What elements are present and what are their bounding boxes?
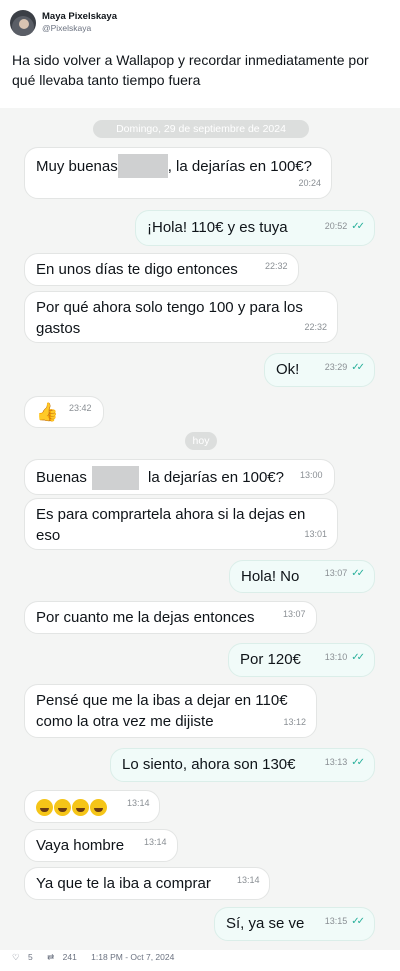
- message-text: Por qué ahora solo tengo 100 y para los …: [36, 299, 303, 337]
- message-text: Por 120€: [240, 651, 301, 668]
- retweet-button[interactable]: ⇄ 241: [47, 952, 83, 962]
- message-text: Sí, ya se ve: [226, 915, 305, 932]
- message-time: 13:10: [324, 652, 348, 662]
- message-time: 13:07: [283, 609, 306, 619]
- read-check-icon: ✓✓: [351, 916, 365, 927]
- author-name[interactable]: Maya Pixelskaya: [42, 11, 117, 22]
- message-text: ¡Hola! 110€ y es tuya: [147, 219, 288, 236]
- laughing-emoji-icon: [90, 798, 107, 816]
- tweet-timestamp[interactable]: 1:18 PM - Oct 7, 2024: [91, 952, 174, 962]
- message-time: 13:12: [283, 717, 306, 727]
- message-time: 13:13: [324, 757, 348, 767]
- date-divider: Domingo, 29 de septiembre de 2024: [93, 120, 309, 138]
- tweet-header: Maya Pixelskaya @Pixelskaya: [10, 10, 390, 40]
- message-text: Lo siento, ahora son 130€: [122, 756, 296, 773]
- read-check-icon: ✓✓: [351, 757, 365, 768]
- message-incoming: Por qué ahora solo tengo 100 y para los …: [24, 291, 338, 343]
- message-text: Muy buenas: [36, 158, 118, 175]
- message-time: 23:42: [69, 403, 92, 413]
- retweet-icon: ⇄: [47, 952, 55, 962]
- message-incoming: Es para comprartela ahora si la dejas en…: [24, 498, 338, 550]
- message-time: 20:24: [298, 178, 321, 188]
- read-check-icon: ✓✓: [351, 568, 365, 579]
- message-time: 13:07: [324, 568, 348, 578]
- message-incoming: Buenas la dejarías en 100€? 13:00: [24, 459, 335, 495]
- message-time: 22:32: [304, 322, 327, 332]
- message-text: Hola! No: [241, 568, 300, 585]
- message-text: la dejarías en 100€?: [143, 468, 284, 486]
- avatar[interactable]: [10, 10, 36, 36]
- message-text: Es para comprartela ahora si la dejas en…: [36, 506, 306, 544]
- message-text: Pensé que me la ibas a dejar en 110€ com…: [36, 692, 288, 730]
- message-incoming: 👍 23:42: [24, 396, 104, 428]
- message-outgoing: Hola! No 13:07 ✓✓: [229, 560, 375, 593]
- heart-icon: ♡: [12, 952, 20, 962]
- retweet-count: 241: [62, 952, 77, 962]
- message-time: 23:29: [324, 362, 348, 372]
- like-button[interactable]: ♡ 5: [12, 952, 39, 962]
- date-divider: hoy: [185, 432, 217, 450]
- laughing-emoji-icon: [54, 798, 71, 816]
- message-incoming: 13:14: [24, 790, 160, 823]
- message-text: En unos días te digo entonces: [36, 261, 238, 278]
- thumbs-up-icon: 👍: [36, 401, 59, 422]
- message-text: , la dejarías en 100€?: [167, 158, 312, 175]
- message-incoming: Vaya hombre 13:14: [24, 829, 178, 862]
- message-incoming: En unos días te digo entonces 22:32: [24, 253, 299, 286]
- message-incoming: Por cuanto me la dejas entonces 13:07: [24, 601, 317, 634]
- message-time: 13:00: [300, 470, 323, 480]
- message-time: 13:15: [324, 916, 348, 926]
- message-outgoing: Por 120€ 13:10 ✓✓: [228, 643, 375, 677]
- message-incoming: Muy buenas , la dejarías en 100€? 20:24: [24, 147, 332, 199]
- laughing-emoji-icon: [36, 798, 53, 816]
- message-outgoing: Lo siento, ahora son 130€ 13:13 ✓✓: [110, 748, 375, 782]
- message-outgoing: Ok! 23:29 ✓✓: [264, 353, 375, 387]
- message-time: 13:14: [237, 875, 260, 885]
- message-time: 13:01: [304, 529, 327, 539]
- message-outgoing: Sí, ya se ve 13:15 ✓✓: [214, 907, 375, 941]
- message-text: Por cuanto me la dejas entonces: [36, 609, 255, 626]
- message-text: Ya que te la iba a comprar: [36, 875, 211, 892]
- read-check-icon: ✓✓: [351, 362, 365, 373]
- redacted-name: [117, 153, 168, 178]
- redacted-name: [91, 466, 139, 490]
- message-time: 22:32: [265, 261, 288, 271]
- read-check-icon: ✓✓: [351, 652, 365, 663]
- laughing-emoji-icon: [72, 798, 89, 816]
- message-incoming: Ya que te la iba a comprar 13:14: [24, 867, 270, 900]
- tweet-footer: ♡ 5 ⇄ 241 1:18 PM - Oct 7, 2024: [12, 952, 180, 963]
- message-time: 20:52: [324, 221, 348, 231]
- message-outgoing: ¡Hola! 110€ y es tuya 20:52 ✓✓: [135, 210, 375, 246]
- message-time: 13:14: [144, 837, 167, 847]
- author-handle[interactable]: @Pixelskaya: [42, 23, 91, 33]
- read-check-icon: ✓✓: [351, 221, 365, 232]
- message-text: Vaya hombre: [36, 837, 125, 854]
- message-text: Buenas: [36, 468, 87, 486]
- message-text: Ok!: [276, 361, 300, 378]
- message-time: 13:14: [127, 798, 150, 808]
- tweet-text: Ha sido volver a Wallapop y recordar inm…: [12, 52, 369, 88]
- message-incoming: Pensé que me la ibas a dejar en 110€ com…: [24, 684, 317, 738]
- like-count: 5: [28, 952, 33, 962]
